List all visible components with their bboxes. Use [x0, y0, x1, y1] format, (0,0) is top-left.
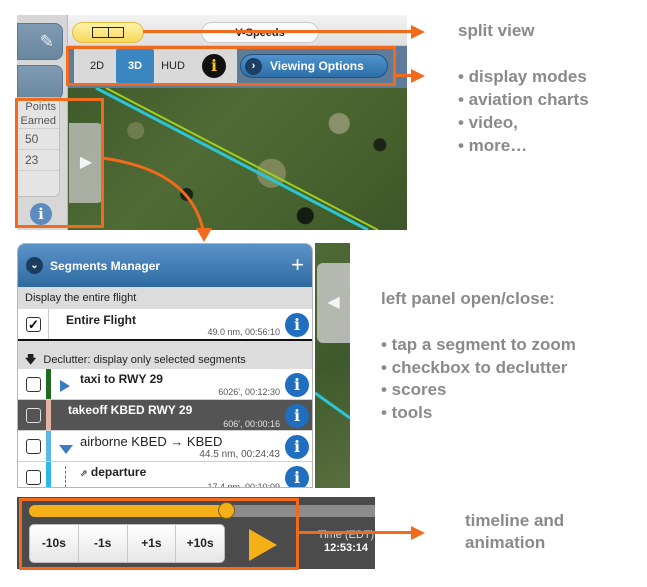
- segments-manager-view: ⌄ Segments Manager + Display the entire …: [17, 243, 350, 488]
- note-timeline: timeline and: [465, 511, 565, 530]
- info-icon[interactable]: i: [285, 313, 309, 337]
- close-left-panel-tab[interactable]: ◀: [317, 263, 350, 343]
- segment-checkbox[interactable]: [26, 470, 41, 485]
- segment-checkbox[interactable]: [26, 439, 41, 454]
- note-timeline: animation: [465, 533, 546, 552]
- info-icon[interactable]: i: [285, 435, 309, 459]
- segment-row[interactable]: taxi to RWY 29 6026', 00:12:30 i: [18, 369, 312, 400]
- split-view-icon: [92, 27, 124, 38]
- note-left-panel-item: • scores: [381, 380, 447, 399]
- arrow-right-icon: [411, 526, 425, 540]
- segment-title: takeoff KBED RWY 29: [68, 403, 193, 417]
- segments-header: ⌄ Segments Manager +: [18, 244, 312, 287]
- note-display-item: • aviation charts: [458, 90, 589, 109]
- section-entire-flight: Display the entire flight: [25, 292, 137, 304]
- pencil-icon: ✎: [39, 31, 54, 51]
- arrow-down-icon: 🡇: [25, 354, 37, 366]
- split-view-button[interactable]: [72, 22, 144, 43]
- declutter-label: Declutter: display only selected segment…: [43, 354, 246, 366]
- split-view-arrow-line: [143, 30, 413, 33]
- note-split-view: split view: [458, 21, 535, 40]
- arrow-right-icon: [411, 69, 425, 83]
- segment-title: Entire Flight: [66, 313, 136, 327]
- left-panel-callout: [15, 98, 104, 228]
- callout-curve-arrow: [101, 156, 212, 242]
- info-icon[interactable]: i: [285, 373, 309, 397]
- note-left-panel-item: • tap a segment to zoom: [381, 335, 576, 354]
- segment-color-stripe: [46, 462, 51, 487]
- add-segment-button[interactable]: +: [291, 252, 304, 278]
- segment-meta: 49.0 nm, 00:56:10: [207, 327, 280, 337]
- chevron-down-icon[interactable]: ⌄: [26, 257, 43, 274]
- segment-meta: 44.5 nm, 00:24:43: [199, 449, 280, 460]
- segments-title: Segments Manager: [50, 258, 161, 273]
- segment-title: airborne KBED → KBED: [80, 434, 223, 449]
- segment-title: taxi to RWY 29: [80, 372, 163, 386]
- departure-icon: ⇗: [80, 468, 88, 478]
- segment-row[interactable]: ⇗ departure 17.4 nm, 00:10:09 i: [18, 462, 312, 488]
- segment-checkbox[interactable]: [26, 408, 41, 423]
- segment-meta: 6026', 00:12:30: [218, 387, 280, 397]
- tool-button[interactable]: [17, 65, 63, 100]
- segments-panel: ⌄ Segments Manager + Display the entire …: [17, 243, 313, 488]
- segment-checkbox[interactable]: [26, 377, 41, 392]
- note-display-item: • video,: [458, 113, 518, 132]
- expand-down-icon[interactable]: [59, 445, 73, 454]
- arrow-right-icon: [411, 25, 425, 39]
- info-icon[interactable]: i: [285, 466, 309, 487]
- note-left-panel-item: • tools: [381, 403, 433, 422]
- segment-row-selected[interactable]: takeoff KBED RWY 29 606', 00:00:16 i: [18, 400, 312, 431]
- time-value: 12:53:14: [323, 542, 369, 554]
- tree-guide: [65, 466, 66, 487]
- segment-color-stripe: [46, 369, 51, 399]
- divider: [48, 309, 49, 339]
- segment-title-text: departure: [90, 465, 147, 479]
- segment-color-stripe: [46, 431, 51, 461]
- entire-flight-row[interactable]: ✓ Entire Flight 49.0 nm, 00:56:10 i: [18, 309, 312, 341]
- entire-flight-checkbox[interactable]: ✓: [26, 317, 41, 332]
- display-modes-callout: [66, 46, 396, 86]
- timeline-callout: [19, 498, 299, 570]
- segment-row[interactable]: airborne KBED → KBED 44.5 nm, 00:24:43 i: [18, 431, 312, 462]
- edit-tool-button[interactable]: ✎: [17, 23, 63, 60]
- note-display-item: • more…: [458, 136, 528, 155]
- note-left-panel-title: left panel open/close:: [381, 289, 555, 308]
- info-icon[interactable]: i: [285, 404, 309, 428]
- section-declutter: 🡇 Declutter: display only selected segme…: [18, 343, 312, 369]
- note-display-item: • display modes: [458, 67, 587, 86]
- expand-right-icon[interactable]: [60, 380, 70, 392]
- timeline-arrow-line: [299, 531, 413, 534]
- segment-meta: 606', 00:00:16: [223, 419, 280, 429]
- segment-title: ⇗ departure: [80, 465, 146, 479]
- segment-meta: 17.4 nm, 00:10:09: [207, 482, 280, 488]
- segment-color-stripe: [46, 400, 51, 430]
- note-left-panel-item: • checkbox to declutter: [381, 358, 568, 377]
